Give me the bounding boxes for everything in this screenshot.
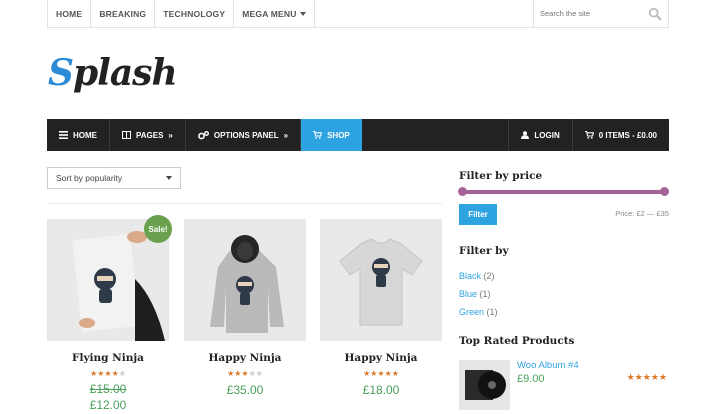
page: HOME BREAKING TECHNOLOGY MEGA MENU Splas…	[0, 0, 725, 414]
topnav-breaking[interactable]: BREAKING	[91, 0, 156, 27]
bars-icon	[59, 131, 68, 139]
topnav-mega-menu-label: MEGA MENU	[242, 8, 297, 19]
topnav-mega-menu[interactable]: MEGA MENU	[234, 0, 315, 27]
divider	[47, 203, 442, 204]
top-bar: HOME BREAKING TECHNOLOGY MEGA MENU	[47, 0, 669, 28]
mainnav-options-panel[interactable]: OPTIONS PANEL »	[186, 119, 302, 151]
mainnav-shop[interactable]: SHOP	[301, 119, 362, 151]
double-chevron-right-icon: »	[168, 130, 173, 140]
product-card[interactable]: Happy Ninja ★★★★★ £35.00	[184, 219, 306, 397]
site-logo[interactable]: Splash	[48, 52, 178, 94]
filter-link-green[interactable]: Green	[459, 307, 484, 317]
mainnav-cart-label: 0 ITEMS - £0.00	[598, 130, 657, 140]
album-thumbnail[interactable]	[459, 360, 510, 410]
double-chevron-right-icon: »	[283, 130, 289, 140]
hoodie-image	[210, 235, 284, 333]
filter-link-blue[interactable]: Blue	[459, 289, 477, 299]
product-name[interactable]: Happy Ninja	[320, 352, 442, 364]
filter-list: Black (2) Blue (1) Green (1)	[459, 267, 498, 321]
top-rated-title: Top Rated Products	[459, 335, 575, 347]
search-input[interactable]	[540, 9, 648, 18]
sort-selected: Sort by popularity	[56, 173, 123, 183]
mainnav-pages-label: PAGES	[136, 130, 164, 140]
mainnav-options-label: OPTIONS PANEL	[213, 130, 279, 140]
topnav-technology[interactable]: TECHNOLOGY	[155, 0, 235, 27]
star-rating: ★★★★★	[626, 372, 667, 382]
mainnav-cart[interactable]: 0 ITEMS - £0.00	[571, 119, 669, 151]
filter-link-black[interactable]: Black	[459, 271, 481, 281]
product-price: £12.00	[89, 398, 127, 412]
sale-badge: Sale!	[144, 215, 172, 243]
mainnav-pages[interactable]: PAGES »	[110, 119, 186, 151]
product-card[interactable]: Flying Ninja ★★★★★ £15.00 £12.00	[47, 219, 169, 412]
product-name[interactable]: Flying Ninja	[47, 352, 169, 364]
mainnav-shop-label: SHOP	[327, 130, 350, 140]
columns-icon	[122, 131, 131, 139]
price-slider[interactable]	[458, 187, 669, 196]
filter-item: Green (1)	[459, 303, 498, 321]
sort-select[interactable]: Sort by popularity	[47, 167, 181, 189]
star-rating: ★★★★★	[363, 369, 399, 378]
filter-count: (1)	[486, 307, 498, 317]
product-image[interactable]	[320, 219, 442, 341]
topnav-home[interactable]: HOME	[48, 0, 92, 27]
logo-first-letter: S	[48, 52, 74, 94]
main-nav: HOME PAGES » OPTIONS PANEL » SHOP LOGIN …	[47, 119, 669, 151]
chevron-down-icon	[166, 176, 172, 180]
user-icon	[521, 131, 530, 139]
top-rated-price: £9.00	[517, 373, 545, 385]
filter-price-title: Filter by price	[459, 170, 543, 182]
cart-icon	[584, 131, 594, 139]
product-price: £18.00	[362, 383, 400, 397]
mainnav-login-label: LOGIN	[534, 130, 560, 140]
top-nav: HOME BREAKING TECHNOLOGY MEGA MENU	[48, 0, 315, 27]
caret-down-icon	[299, 11, 306, 16]
product-old-price: £15.00	[89, 382, 127, 396]
filter-item: Black (2)	[459, 267, 498, 285]
mainnav-right: LOGIN 0 ITEMS - £0.00	[508, 119, 669, 151]
slider-handle-min[interactable]	[458, 187, 467, 196]
top-rated-name[interactable]: Woo Album #4	[517, 360, 579, 371]
mainnav-home[interactable]: HOME	[47, 119, 110, 151]
product-price: £35.00	[226, 383, 264, 397]
album-image	[465, 370, 506, 400]
top-rated-item[interactable]: Woo Album #4 £9.00 ★★★★★	[459, 360, 669, 410]
search-box	[533, 0, 668, 27]
tshirt-image	[339, 238, 423, 326]
price-range-text: Price: £2 — £35	[615, 209, 669, 218]
cart-icon	[313, 131, 323, 139]
product-image[interactable]	[184, 219, 306, 341]
slider-handle-max[interactable]	[660, 187, 669, 196]
filter-count: (1)	[479, 289, 491, 299]
logo-rest: plash	[73, 52, 178, 94]
star-rating: ★★★★★	[227, 369, 263, 378]
mainnav-home-label: HOME	[73, 130, 97, 140]
product-card[interactable]: Happy Ninja ★★★★★ £18.00	[320, 219, 442, 397]
filter-by-title: Filter by	[459, 245, 509, 257]
product-name[interactable]: Happy Ninja	[184, 352, 306, 364]
star-rating: ★★★★★	[90, 369, 126, 378]
mainnav-login[interactable]: LOGIN	[508, 119, 571, 151]
cogs-icon	[197, 130, 209, 140]
search-icon[interactable]	[648, 7, 662, 21]
filter-count: (2)	[483, 271, 495, 281]
filter-item: Blue (1)	[459, 285, 498, 303]
filter-button[interactable]: Filter	[459, 204, 497, 225]
